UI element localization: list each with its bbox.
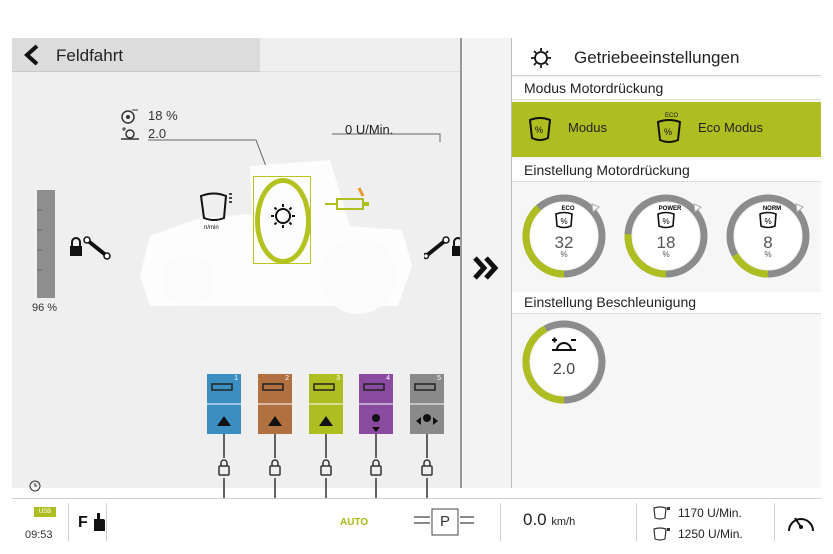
section-motor-mode: Modus Motordrückung — [512, 78, 821, 100]
valve-number: 5 — [437, 375, 441, 382]
left-header: Feldfahrt — [12, 38, 260, 72]
motor-dial-1[interactable]: ECO%32% — [520, 188, 610, 284]
slip-icon — [121, 109, 138, 124]
valve-icon — [207, 383, 241, 426]
back-arrow-icon[interactable] — [22, 44, 44, 66]
acceleration-icon — [121, 127, 139, 140]
gear-icon — [531, 48, 551, 68]
left-pane: Feldfahrt 18 % 2.0 0 U/Min. 96 % n/min 1… — [12, 38, 464, 512]
acceleration-dials: 2.0 — [512, 316, 821, 406]
left-header-filler — [260, 38, 460, 72]
auto-indicator: AUTO — [340, 517, 369, 528]
modus-label[interactable]: Modus — [568, 120, 607, 135]
screen: Feldfahrt 18 % 2.0 0 U/Min. 96 % n/min 1… — [0, 0, 833, 554]
valve-card-1[interactable]: 1 — [207, 374, 241, 434]
engine-label: n/min — [204, 225, 219, 231]
dial-percent-glyph: % — [560, 217, 567, 226]
front-linkage-lock-icon[interactable] — [69, 234, 111, 260]
divider — [636, 503, 637, 541]
section-motor-setting: Einstellung Motordrückung — [512, 160, 821, 182]
divider — [500, 503, 501, 541]
hydraulic-cylinder-icon[interactable] — [323, 184, 373, 214]
transmission-gear-icon[interactable] — [266, 199, 300, 233]
engine-rpm: 0 U/Min. — [345, 122, 394, 137]
svg-text:%: % — [664, 127, 672, 137]
timer-icon — [29, 480, 41, 492]
dial-tag: ECO — [561, 206, 574, 212]
engine-rpm-current: 1170 U/Min. — [678, 506, 742, 520]
dial-unit: % — [764, 250, 771, 259]
gauge-ticks — [37, 209, 42, 271]
valve-icon — [359, 383, 393, 432]
valve-card-4[interactable]: 4 — [359, 374, 393, 434]
valve-3[interactable]: 3 — [309, 374, 343, 434]
usb-indicator: USB — [34, 507, 56, 517]
dial-value: 2.0 — [553, 361, 575, 378]
speed-value: 0.0 — [523, 510, 547, 529]
page-title: Feldfahrt — [56, 46, 124, 65]
status-bar: USB 09:53 F AUTO P 0.0 km/h 1170 U/Min. … — [12, 498, 821, 544]
mode-readout: 2.0 — [120, 126, 166, 145]
dial-unit: % — [662, 250, 669, 259]
settings-title: Getriebeeinstellungen — [574, 48, 740, 67]
motor-dial-2[interactable]: POWER%18% — [622, 188, 712, 284]
svg-text:F: F — [78, 514, 88, 531]
dial-tag: POWER — [659, 206, 682, 212]
speedometer-icon[interactable] — [786, 509, 816, 535]
engine-rpm-icons — [653, 506, 670, 541]
valve-number: 3 — [336, 375, 340, 382]
valve-card-5[interactable]: 5 — [410, 374, 444, 434]
eco-tag: ECO — [665, 113, 678, 119]
right-header: Getriebeeinstellungen — [512, 38, 821, 76]
valve-number: 4 — [386, 375, 390, 382]
ballast-gauge — [37, 190, 55, 298]
dial-percent-glyph: % — [662, 217, 669, 226]
eco-modus-icon[interactable]: ECO % — [656, 110, 682, 144]
valve-icon — [309, 383, 343, 426]
dial-percent-glyph: % — [764, 217, 771, 226]
valve-icon — [410, 383, 444, 425]
gear-label: P — [440, 513, 451, 530]
valve-number: 2 — [285, 375, 289, 382]
valve-5[interactable]: 5 — [410, 374, 444, 434]
acceleration-dial[interactable]: 2.0 — [520, 318, 610, 408]
valve-icon — [258, 383, 292, 426]
clock: 09:53 — [25, 529, 53, 541]
valve-1[interactable]: 1 — [207, 374, 241, 434]
section-acceleration: Einstellung Beschleunigung — [512, 292, 821, 314]
valve-card-3[interactable]: 3 — [309, 374, 343, 434]
engine-rpm-target: 1250 U/Min. — [678, 527, 743, 541]
valve-card-2[interactable]: 2 — [258, 374, 292, 434]
divider — [106, 503, 107, 541]
speed-readout: 0.0 km/h — [523, 510, 575, 530]
speed-unit: km/h — [551, 516, 576, 528]
gauge-percent: 96 % — [32, 302, 58, 314]
dial-unit: % — [560, 250, 567, 259]
divider — [68, 503, 69, 541]
right-pane: Getriebeeinstellungen Modus Motordrückun… — [512, 38, 821, 488]
valve-4[interactable]: 4 — [359, 374, 393, 434]
dial-tag: NORM — [763, 206, 781, 212]
engine-speed-icon[interactable]: n/min — [198, 190, 238, 232]
modus-icon[interactable]: % — [528, 116, 552, 142]
eco-modus-label[interactable]: Eco Modus — [698, 120, 763, 135]
mode-selector: % Modus ECO % Eco Modus — [512, 102, 821, 157]
motor-dial-3[interactable]: NORM%8% — [724, 188, 814, 284]
valve-number: 1 — [234, 375, 238, 382]
motor-dials: ECO% 32% POWER% 18% NORM% 8% — [512, 184, 821, 288]
manual-hand-icon[interactable]: F — [78, 509, 108, 533]
divider — [774, 503, 775, 541]
slip-value: 18 % — [148, 108, 178, 123]
expand-chevron-icon[interactable] — [465, 250, 505, 286]
valve-2[interactable]: 2 — [258, 374, 292, 434]
svg-text:%: % — [535, 125, 543, 135]
